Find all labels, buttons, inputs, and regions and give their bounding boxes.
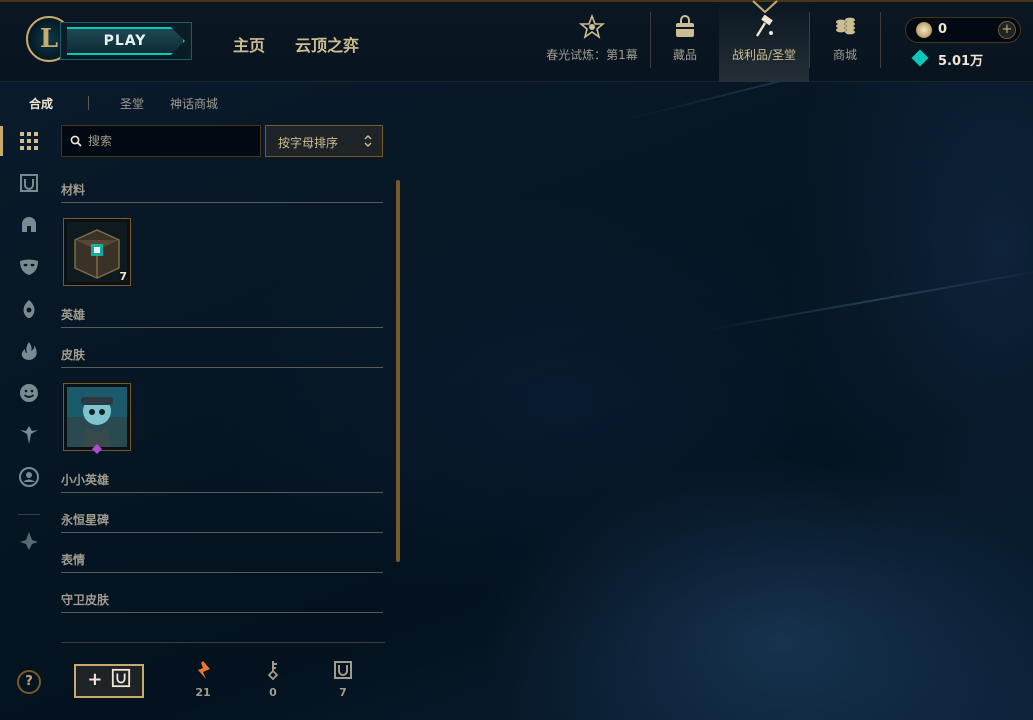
tab-mythic-shop[interactable]: 神话商城 (170, 95, 218, 112)
section-eternals[interactable]: 永恒星碑 (61, 511, 383, 533)
mask-icon[interactable] (18, 256, 40, 278)
store-coins-icon (836, 17, 855, 35)
chest-icon (111, 668, 130, 688)
resource-count: 21 (195, 686, 211, 699)
blue-essence-value: 5.01万 (938, 54, 984, 69)
hextech-chest-icon (67, 222, 127, 282)
buy-rp-button[interactable]: + (998, 21, 1016, 39)
gem-icon[interactable] (18, 530, 40, 552)
grid-icon[interactable] (18, 130, 40, 152)
section-tft-little-legends[interactable]: 小小英雄 (61, 471, 383, 493)
search-input[interactable] (88, 132, 256, 150)
nav-loot-label: 战利品/圣堂 (731, 48, 797, 62)
nav-event-pass[interactable]: 春光试炼：第1幕 (546, 14, 638, 63)
loot-item-skin-shard[interactable] (63, 383, 131, 454)
section-title: 表情 (61, 553, 86, 567)
sort-dropdown[interactable]: 按字母排序 (265, 125, 383, 157)
section-title: 英雄 (61, 308, 86, 322)
nav-loot[interactable]: 战利品/圣堂 (719, 14, 809, 63)
nav-tft[interactable]: 云顶之弈 (295, 32, 359, 56)
emote-icon[interactable] (18, 382, 40, 404)
key-icon (267, 661, 279, 680)
section-champions[interactable]: 英雄 (61, 306, 383, 328)
add-chest-plus: + (87, 669, 103, 690)
tab-sanctum[interactable]: 圣堂 (120, 95, 144, 112)
loot-hammer-icon (755, 14, 773, 37)
rp-currency: 0 + (905, 17, 1021, 43)
orange-essence-icon (198, 661, 210, 679)
section-title: 永恒星碑 (61, 513, 110, 527)
resource-count: 0 (269, 686, 277, 699)
resource-count: 7 (339, 686, 347, 699)
help-button[interactable]: ? (17, 670, 41, 694)
search-icon (70, 135, 82, 147)
event-pass-icon (579, 14, 605, 39)
bird-icon[interactable] (18, 424, 40, 446)
section-skins[interactable]: 皮肤 (61, 346, 383, 368)
section-materials[interactable]: 材料 (61, 181, 383, 203)
section-title: 小小英雄 (61, 473, 110, 487)
item-count: 7 (119, 270, 127, 283)
nav-collection-label: 藏品 (672, 48, 697, 62)
skin-shard-portrait-icon (67, 387, 127, 447)
section-emotes[interactable]: 表情 (61, 551, 383, 573)
nav-store-label: 商城 (832, 48, 857, 62)
ward-icon[interactable] (18, 298, 40, 320)
nav-active-chevron-icon (752, 0, 778, 14)
collection-bag-icon (676, 15, 694, 37)
chest-icon[interactable] (18, 172, 40, 194)
resource-key: 0 (258, 660, 288, 699)
resource-chest: 7 (328, 660, 358, 699)
bottom-divider (61, 642, 385, 643)
nav-store[interactable]: 商城 (800, 14, 890, 63)
nav-event-pass-label: 春光试炼：第1幕 (546, 48, 638, 62)
section-title: 材料 (61, 183, 86, 197)
helmet-icon[interactable] (18, 214, 40, 236)
section-title: 皮肤 (61, 348, 86, 362)
search-box (61, 125, 261, 157)
logo-letter: L (39, 24, 59, 54)
play-button[interactable]: PLAY (60, 22, 192, 60)
rp-value: 0 (938, 22, 948, 37)
nav-separator (880, 12, 881, 68)
sort-dropdown-label: 按字母排序 (278, 136, 339, 150)
subtab-separator (88, 96, 89, 110)
rail-separator (18, 514, 40, 515)
nav-collection[interactable]: 藏品 (640, 14, 730, 63)
play-button-label: PLAY (67, 27, 185, 55)
rarity-gem-icon (92, 444, 102, 454)
rp-icon (916, 22, 932, 38)
nav-home[interactable]: 主页 (233, 32, 265, 56)
resource-orange-essence: 21 (188, 660, 218, 699)
add-chest-button[interactable]: + (74, 664, 144, 698)
section-ward-skins[interactable]: 守卫皮肤 (61, 591, 383, 613)
loot-item-hextech-chest[interactable]: 7 (63, 218, 131, 286)
flame-icon[interactable] (18, 340, 40, 362)
profile-icon[interactable] (18, 466, 40, 488)
chest-icon (334, 661, 352, 679)
sort-arrows-icon (364, 135, 372, 147)
tab-crafting[interactable]: 合成 (29, 95, 53, 112)
rail-active-indicator (0, 126, 3, 156)
section-title: 守卫皮肤 (61, 593, 110, 607)
list-scrollbar[interactable] (396, 180, 400, 562)
